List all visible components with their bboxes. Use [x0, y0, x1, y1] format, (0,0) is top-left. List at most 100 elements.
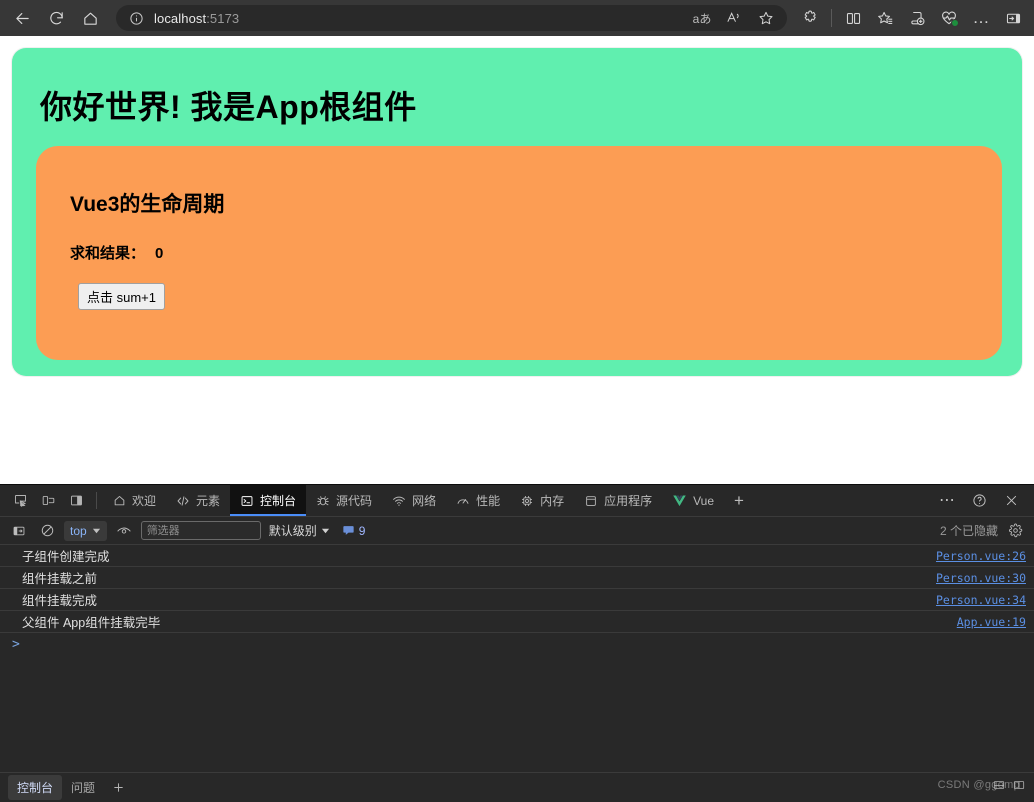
tab-console[interactable]: 控制台 — [230, 485, 307, 516]
issues-bubble-icon — [343, 526, 354, 535]
console-message-row[interactable]: 父组件 App组件挂载完毕 App.vue:19 — [0, 611, 1034, 633]
devtools-tabbar: 欢迎 元素 控制台 源代码 网络 性能 内存 应用程序 Vue + ⋯ — [0, 485, 1034, 517]
read-aloud-icon[interactable]: aあ — [687, 5, 717, 31]
console-prompt-row[interactable]: > — [0, 633, 1034, 655]
browser-essentials-heartbeat-icon[interactable] — [934, 5, 964, 31]
collections-icon[interactable] — [870, 5, 900, 31]
tab-label: 应用程序 — [604, 494, 653, 508]
status-dot — [951, 19, 959, 27]
issues-count: 9 — [358, 523, 366, 538]
url-port: :5173 — [206, 10, 240, 26]
reload-button[interactable] — [40, 3, 72, 33]
console-toolbar: top 默认级别 9 2 个已隐藏 — [0, 517, 1034, 545]
person-child-component: Vue3的生命周期 求和结果： 0 点击 sum+1 — [36, 146, 1002, 360]
tab-elements[interactable]: 元素 — [166, 485, 230, 516]
log-level-select[interactable]: 默认级别 — [267, 522, 332, 539]
tab-vue[interactable]: Vue — [662, 485, 724, 516]
url-host: localhost — [154, 10, 207, 26]
increment-sum-button[interactable]: 点击 sum+1 — [78, 283, 165, 310]
drawer-tab-issues[interactable]: 问题 — [62, 775, 104, 800]
clear-console-icon[interactable] — [36, 520, 58, 542]
site-info-icon[interactable] — [126, 8, 146, 28]
tabbar-divider — [96, 492, 97, 509]
console-filter-input[interactable] — [140, 521, 261, 540]
page-title: 你好世界! 我是App根组件 — [40, 89, 417, 125]
console-message-list: 子组件创建完成 Person.vue:26 组件挂载之前 Person.vue:… — [0, 545, 1034, 772]
devtools-more-icon[interactable]: ⋯ — [932, 486, 962, 516]
tab-welcome[interactable]: 欢迎 — [103, 485, 166, 516]
back-button[interactable] — [6, 3, 38, 33]
tab-sources[interactable]: 源代码 — [306, 485, 382, 516]
console-message-source-link[interactable]: Person.vue:30 — [922, 571, 1026, 585]
settings-more-icon[interactable]: … — [966, 5, 996, 31]
browser-toolbar: localhost:5173 aあ … — [0, 0, 1034, 36]
tab-application[interactable]: 应用程序 — [574, 485, 662, 516]
console-sidebar-icon[interactable] — [8, 520, 30, 542]
address-bar[interactable]: localhost:5173 aあ — [116, 5, 787, 31]
devtools-drawer-tabbar: 控制台 问题 CSDN @ggomp — [0, 772, 1034, 802]
tab-label: 控制台 — [260, 494, 297, 508]
console-message-text: 组件挂载之前 — [22, 572, 98, 586]
extensions-icon[interactable] — [795, 5, 825, 31]
level-label: 默认级别 — [268, 524, 317, 538]
drawer-close-icon[interactable] — [1012, 778, 1026, 797]
tab-label: 源代码 — [336, 494, 373, 508]
live-expression-eye-icon[interactable] — [113, 520, 135, 542]
drawer-dock-icon[interactable] — [992, 778, 1006, 797]
devtools-actions: ⋯ — [932, 485, 1034, 516]
devtools-help-icon[interactable] — [964, 486, 994, 516]
console-message-source-link[interactable]: Person.vue:34 — [922, 593, 1026, 607]
console-message-row[interactable]: 组件挂载之前 Person.vue:30 — [0, 567, 1034, 589]
tab-label: 欢迎 — [132, 494, 157, 508]
drawer-right-actions — [992, 778, 1026, 797]
tab-label: Vue — [693, 493, 715, 508]
sum-value: 0 — [155, 245, 164, 262]
devtools-close-icon[interactable] — [996, 486, 1026, 516]
device-toolbar-icon[interactable] — [34, 485, 62, 516]
console-message-text: 组件挂载完成 — [22, 594, 98, 608]
toolbar-divider — [831, 9, 832, 27]
tab-performance[interactable]: 性能 — [446, 485, 510, 516]
console-message-source-link[interactable]: App.vue:19 — [943, 615, 1026, 629]
console-message-source-link[interactable]: Person.vue:26 — [922, 549, 1026, 563]
plus-icon: + — [734, 490, 744, 510]
card-title: Vue3的生命周期 — [70, 193, 225, 216]
dock-side-icon[interactable] — [62, 485, 90, 516]
prompt-caret-icon: > — [12, 636, 20, 652]
split-screen-icon[interactable] — [838, 5, 868, 31]
console-message-text: 父组件 App组件挂载完毕 — [22, 616, 161, 630]
console-message-row[interactable]: 子组件创建完成 Person.vue:26 — [0, 545, 1034, 567]
sum-result-line: 求和结果： 0 — [70, 242, 974, 263]
tab-label: 性能 — [476, 494, 501, 508]
chevron-down-icon — [92, 528, 100, 534]
issues-badge[interactable]: 9 — [342, 523, 366, 538]
drawer-tab-console[interactable]: 控制台 — [8, 775, 63, 800]
pronounce-icon[interactable] — [719, 5, 749, 31]
console-message-row[interactable]: 组件挂载完成 Person.vue:34 — [0, 589, 1034, 611]
sum-label: 求和结果： — [70, 245, 146, 262]
console-settings-gear-icon[interactable] — [1004, 520, 1026, 542]
drawer-add-tab-icon[interactable] — [104, 781, 133, 794]
address-text[interactable]: localhost:5173 — [146, 11, 687, 26]
inspect-element-icon[interactable] — [6, 485, 34, 516]
tab-memory[interactable]: 内存 — [510, 485, 574, 516]
console-message-text: 子组件创建完成 — [22, 550, 110, 564]
add-to-collection-icon[interactable] — [902, 5, 932, 31]
favorite-star-icon[interactable] — [751, 5, 781, 31]
tab-label: 元素 — [196, 494, 221, 508]
tab-label: 内存 — [540, 494, 565, 508]
app-root-component: 你好世界! 我是App根组件 Vue3的生命周期 求和结果： 0 点击 sum+1 — [12, 48, 1022, 376]
sidebar-toggle-icon[interactable] — [998, 5, 1028, 31]
address-bar-actions: aあ — [687, 5, 781, 31]
tabbar-spacer — [754, 485, 932, 516]
add-panel-button[interactable]: + — [724, 485, 754, 516]
tab-network[interactable]: 网络 — [382, 485, 446, 516]
hidden-messages-label[interactable]: 2 个已隐藏 — [940, 522, 998, 539]
tab-label: 网络 — [412, 494, 437, 508]
execution-context-select[interactable]: top — [64, 520, 107, 541]
context-label: top — [70, 523, 87, 538]
devtools-panel: 欢迎 元素 控制台 源代码 网络 性能 内存 应用程序 Vue + ⋯ top … — [0, 484, 1034, 802]
home-button[interactable] — [74, 3, 106, 33]
page-viewport: 你好世界! 我是App根组件 Vue3的生命周期 求和结果： 0 点击 sum+1 — [0, 36, 1034, 484]
chevron-down-icon — [321, 528, 329, 534]
